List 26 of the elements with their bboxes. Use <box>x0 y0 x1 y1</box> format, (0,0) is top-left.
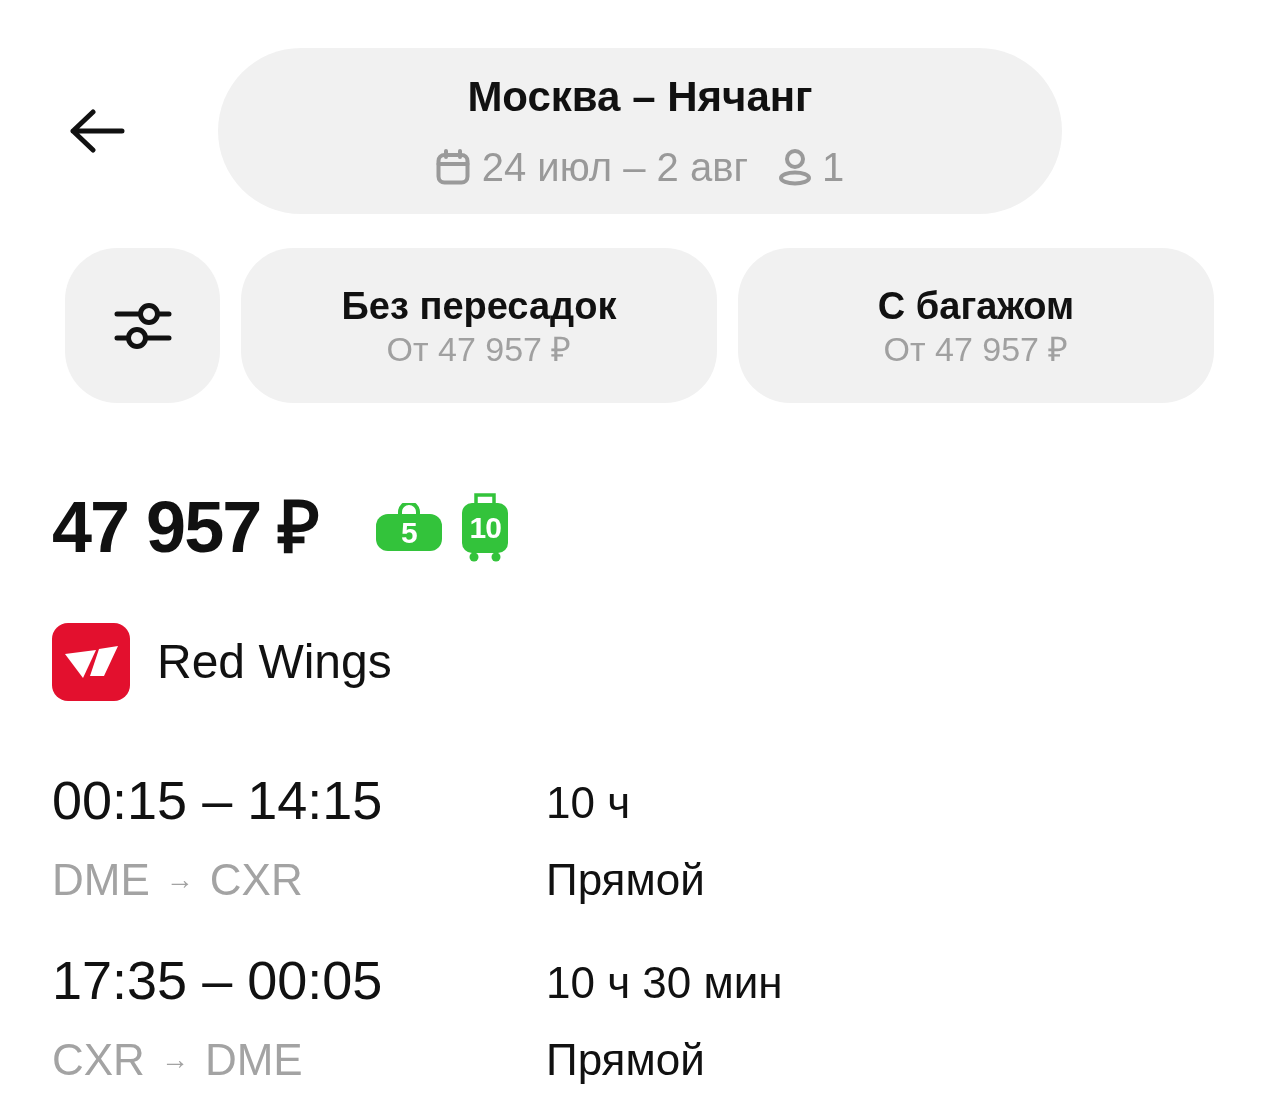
baggage-weight: 5 <box>400 517 418 548</box>
airline-logo-icon <box>52 623 130 701</box>
person-icon <box>778 148 813 186</box>
airline-name: Red Wings <box>157 634 392 690</box>
filter-chip[interactable]: Без пересадок От 47 957 ₽ <box>241 248 717 403</box>
flight-duration: 10 ч <box>546 777 631 829</box>
flight-stops: Прямой <box>546 854 705 906</box>
route-title: Москва – Нячанг <box>467 72 813 122</box>
route-airports: DME → CXR <box>52 854 303 906</box>
passenger-count: 1 <box>822 144 845 191</box>
sliders-icon <box>113 302 172 349</box>
search-summary[interactable]: Москва – Нячанг 24 июл – 2 авг 1 <box>218 48 1062 214</box>
back-arrow-icon <box>69 109 125 153</box>
hand-bag-icon <box>376 503 443 551</box>
calendar-icon <box>435 149 470 185</box>
ticket-price: 47 957 ₽ <box>52 487 319 567</box>
flight-times: 00:15 – 14:15 <box>52 770 383 830</box>
filter-chip[interactable]: С багажом От 47 957 ₽ <box>738 248 1214 403</box>
baggage-weight: 10 <box>469 513 501 543</box>
suitcase-icon <box>462 492 509 562</box>
travel-dates: 24 июл – 2 авг <box>481 144 749 191</box>
flight-duration: 10 ч 30 мин <box>546 957 783 1009</box>
flight-stops: Прямой <box>546 1034 705 1086</box>
route-airports: CXR → DME <box>52 1034 303 1086</box>
flight-times: 17:35 – 00:05 <box>52 950 383 1010</box>
filters-button[interactable] <box>65 248 220 403</box>
